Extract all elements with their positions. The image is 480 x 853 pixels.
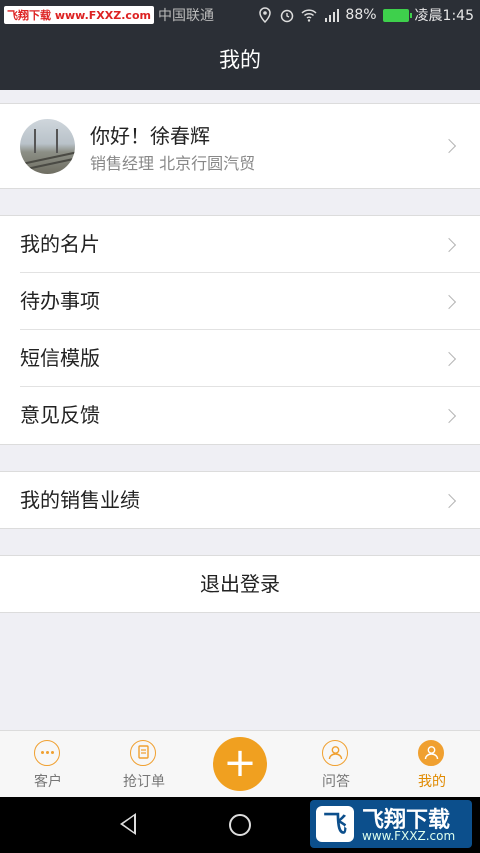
document-circle-icon [130,740,156,766]
wifi-icon [301,9,317,22]
chevron-right-icon [441,294,457,310]
battery-percent: 88% [345,7,377,23]
ellipsis-circle-icon [34,740,60,766]
battery-icon [382,8,412,22]
alarm-icon [281,9,294,23]
logo-mark-icon: 飞 [316,806,354,842]
tab-customers[interactable]: 客户 [0,731,96,798]
chevron-right-icon [441,237,457,253]
page-title: 我的 [0,30,480,90]
tab-label: 我的 [418,774,446,790]
menu-item-label: 待办事项 [20,289,100,313]
signal-icon [325,9,340,22]
watermark-url: www.FXXZ.com [362,829,456,843]
watermark-logo: 飞 飞翔下载 www.FXXZ.com [310,800,472,848]
menu-group: 我的名片 待办事项 短信模版 意见反馈 [0,215,480,445]
logout-button[interactable]: 退出登录 [0,555,480,613]
profile-subtitle: 销售经理 北京行圆汽贸 [90,154,256,173]
plus-icon: + [223,740,257,786]
status-bar: 飞翔下载 www.FXXZ.com 中国联通 88% 凌晨1:45 [0,0,480,30]
location-icon [259,7,272,23]
menu-item-label: 意见反馈 [20,403,100,427]
profile-greeting: 你好！徐春辉 [90,124,210,148]
menu-item-label: 短信模版 [20,346,100,370]
clock: 凌晨1:45 [414,8,474,24]
avatar[interactable] [20,119,75,174]
tab-label: 抢订单 [123,774,165,790]
tab-label: 问答 [322,774,350,790]
menu-item-label: 我的名片 [20,232,100,256]
menu-item-feedback[interactable]: 意见反馈 [0,387,480,444]
menu-item-card[interactable]: 我的名片 [0,216,480,273]
chevron-right-icon [441,351,457,367]
menu-item-sms-template[interactable]: 短信模版 [0,330,480,387]
home-icon[interactable] [229,814,251,836]
tab-grab-orders[interactable]: 抢订单 [96,731,192,798]
person-outline-icon [322,740,348,766]
profile-card[interactable]: 你好！徐春辉 销售经理 北京行圆汽贸 [0,103,480,189]
tab-label: 客户 [34,774,62,790]
chevron-right-icon [441,408,457,424]
back-icon[interactable] [120,813,136,835]
menu-item-todo[interactable]: 待办事项 [0,273,480,330]
menu-item-sales-performance[interactable]: 我的销售业绩 [0,471,480,529]
add-button[interactable]: + [213,737,267,791]
chevron-right-icon [441,493,457,509]
menu-item-label: 我的销售业绩 [20,488,140,512]
watermark-text: 飞翔下载 www.FXXZ.com [4,6,154,24]
carrier-label: 中国联通 [157,8,214,24]
person-filled-icon [418,740,444,766]
tab-qa[interactable]: 问答 [288,731,384,798]
tab-mine[interactable]: 我的 [384,731,480,798]
chevron-right-icon [441,138,457,154]
